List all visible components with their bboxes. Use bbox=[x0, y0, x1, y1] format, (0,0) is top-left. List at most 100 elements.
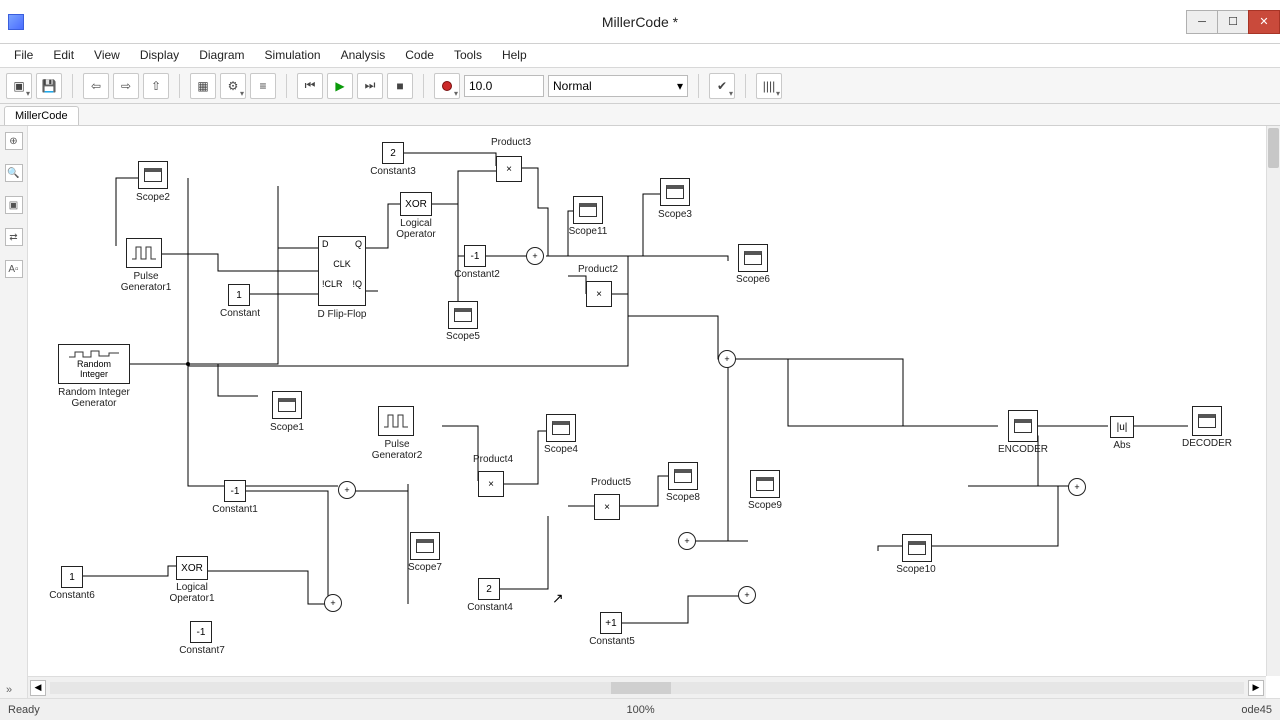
menu-diagram[interactable]: Diagram bbox=[189, 44, 254, 67]
menu-tools[interactable]: Tools bbox=[444, 44, 492, 67]
scope-icon bbox=[756, 477, 774, 491]
scroll-track[interactable] bbox=[50, 682, 1244, 694]
label-abs: Abs bbox=[1106, 440, 1138, 451]
expand-panel-button[interactable]: » bbox=[6, 684, 12, 696]
toggle-sample-time-button[interactable]: ⇄ bbox=[5, 228, 23, 246]
status-ready: Ready bbox=[8, 704, 40, 716]
block-product5[interactable]: × bbox=[594, 494, 620, 520]
tab-millercode[interactable]: MillerCode bbox=[4, 106, 79, 125]
menu-simulation[interactable]: Simulation bbox=[255, 44, 331, 67]
block-sum4[interactable]: + bbox=[678, 532, 698, 552]
run-button[interactable]: ▶ bbox=[327, 73, 353, 99]
stop-button[interactable]: ■ bbox=[387, 73, 413, 99]
save-button[interactable]: 💾 bbox=[36, 73, 62, 99]
block-constant3[interactable]: 2 bbox=[382, 142, 404, 164]
block-scope7[interactable] bbox=[410, 532, 440, 560]
block-sum3[interactable]: + bbox=[718, 350, 738, 370]
nav-up-button[interactable]: ⇧ bbox=[143, 73, 169, 99]
label-encoder: ENCODER bbox=[994, 444, 1052, 455]
label-product3: Product3 bbox=[486, 137, 536, 148]
menu-code[interactable]: Code bbox=[395, 44, 444, 67]
block-scope5[interactable] bbox=[448, 301, 478, 329]
block-d-flip-flop[interactable]: DQ CLK !CLR!Q bbox=[318, 236, 366, 306]
block-sum2[interactable]: + bbox=[338, 481, 358, 501]
model-config-button[interactable]: ⚙ bbox=[220, 73, 246, 99]
annotation-button[interactable]: A▫ bbox=[5, 260, 23, 278]
simulation-stop-time-input[interactable] bbox=[464, 75, 544, 97]
menu-analysis[interactable]: Analysis bbox=[331, 44, 396, 67]
block-constant1[interactable]: -1 bbox=[224, 480, 246, 502]
block-sum1[interactable]: + bbox=[526, 247, 546, 267]
build-button[interactable]: |||| bbox=[756, 73, 782, 99]
menu-display[interactable]: Display bbox=[130, 44, 189, 67]
fast-restart-button[interactable]: ✔ bbox=[709, 73, 735, 99]
block-sum6[interactable]: + bbox=[324, 594, 344, 614]
scope-icon bbox=[552, 421, 570, 435]
new-model-button[interactable]: ▣ bbox=[6, 73, 32, 99]
block-decoder[interactable] bbox=[1192, 406, 1222, 436]
library-browser-button[interactable]: ▦ bbox=[190, 73, 216, 99]
model-canvas[interactable]: Scope2 Pulse Generator1 Random Integer R… bbox=[28, 126, 1266, 676]
block-sum5[interactable]: + bbox=[738, 586, 758, 606]
label-scope7: Scope7 bbox=[402, 562, 448, 573]
hide-browser-button[interactable]: ⊕ bbox=[5, 132, 23, 150]
block-pulse-generator2[interactable] bbox=[378, 406, 414, 436]
pulse-icon bbox=[383, 413, 409, 429]
scroll-right-button[interactable]: ▶ bbox=[1248, 680, 1264, 696]
minimize-button[interactable]: ─ bbox=[1186, 10, 1218, 34]
label-constant5: Constant5 bbox=[586, 636, 638, 647]
block-random-integer-generator[interactable]: Random Integer bbox=[58, 344, 130, 384]
menu-file[interactable]: File bbox=[4, 44, 43, 67]
block-scope11[interactable] bbox=[573, 196, 603, 224]
window-title: MillerCode * bbox=[602, 14, 678, 30]
block-constant[interactable]: 1 bbox=[228, 284, 250, 306]
fit-to-view-button[interactable]: ▣ bbox=[5, 196, 23, 214]
block-constant5[interactable]: +1 bbox=[600, 612, 622, 634]
scope-icon bbox=[579, 203, 597, 217]
block-scope9[interactable] bbox=[750, 470, 780, 498]
zoom-button[interactable]: 🔍 bbox=[5, 164, 23, 182]
menu-help[interactable]: Help bbox=[492, 44, 537, 67]
label-product2: Product2 bbox=[573, 264, 623, 275]
block-abs[interactable]: |u| bbox=[1110, 416, 1134, 438]
scroll-thumb[interactable] bbox=[1268, 128, 1279, 168]
close-button[interactable]: ✕ bbox=[1248, 10, 1280, 34]
step-forward-button[interactable]: ⏭ bbox=[357, 73, 383, 99]
block-logical-operator1[interactable]: XOR bbox=[176, 556, 208, 580]
block-scope4[interactable] bbox=[546, 414, 576, 442]
block-logical-operator[interactable]: XOR bbox=[400, 192, 432, 216]
simulation-mode-select[interactable]: Normal▾ bbox=[548, 75, 688, 97]
block-constant4[interactable]: 2 bbox=[478, 578, 500, 600]
block-constant6[interactable]: 1 bbox=[61, 566, 83, 588]
block-product4[interactable]: × bbox=[478, 471, 504, 497]
block-scope6[interactable] bbox=[738, 244, 768, 272]
vertical-scrollbar[interactable] bbox=[1266, 126, 1280, 676]
scroll-left-button[interactable]: ◀ bbox=[30, 680, 46, 696]
nav-forward-button[interactable]: ⇨ bbox=[113, 73, 139, 99]
block-scope8[interactable] bbox=[668, 462, 698, 490]
block-encoder[interactable] bbox=[1008, 410, 1038, 442]
step-back-button[interactable]: ⏮ bbox=[297, 73, 323, 99]
block-scope3[interactable] bbox=[660, 178, 690, 206]
model-explorer-button[interactable]: ≡ bbox=[250, 73, 276, 99]
maximize-button[interactable]: ☐ bbox=[1217, 10, 1249, 34]
block-scope10[interactable] bbox=[902, 534, 932, 562]
block-scope2[interactable] bbox=[138, 161, 168, 189]
block-pulse-generator1[interactable] bbox=[126, 238, 162, 268]
block-constant7[interactable]: -1 bbox=[190, 621, 212, 643]
block-scope1[interactable] bbox=[272, 391, 302, 419]
scroll-thumb[interactable] bbox=[611, 682, 671, 694]
block-sum7[interactable]: + bbox=[1068, 478, 1088, 498]
block-product2[interactable]: × bbox=[586, 281, 612, 307]
block-product3[interactable]: × bbox=[496, 156, 522, 182]
scope-icon bbox=[674, 469, 692, 483]
nav-back-button[interactable]: ⇦ bbox=[83, 73, 109, 99]
block-constant2[interactable]: -1 bbox=[464, 245, 486, 267]
record-button[interactable] bbox=[434, 73, 460, 99]
random-wave-icon bbox=[69, 349, 119, 359]
menu-edit[interactable]: Edit bbox=[43, 44, 84, 67]
horizontal-scrollbar[interactable]: ◀ ▶ bbox=[28, 676, 1266, 698]
port-clk: CLK bbox=[333, 259, 351, 269]
label-random-integer-generator: Random Integer Generator bbox=[48, 387, 140, 409]
menu-view[interactable]: View bbox=[84, 44, 130, 67]
